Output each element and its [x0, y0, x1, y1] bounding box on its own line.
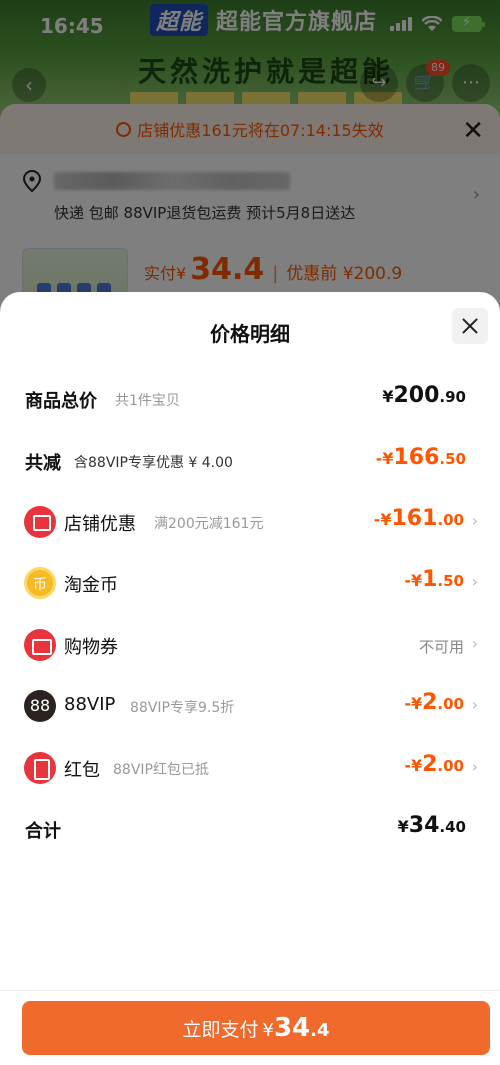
row-red-packet[interactable]: 红包 88VIP红包已抵 -¥2.00 › [0, 748, 500, 788]
voucher-icon [24, 629, 56, 661]
chevron-right-icon: › [471, 572, 478, 591]
row-name: 合计 [25, 821, 61, 842]
row-sub: 共1件宝贝 [115, 393, 180, 409]
row-sub: 满200元减161元 [154, 516, 264, 532]
row-amount: ¥200.90 [382, 383, 466, 408]
row-88vip[interactable]: 88 88VIP 88VIP专享9.5折 -¥2.00 › [0, 686, 500, 726]
row-amount: -¥166.50 [375, 445, 466, 470]
row-amount: -¥2.00 [404, 752, 464, 777]
row-status: 不可用 [418, 638, 464, 656]
chevron-right-icon: › [471, 695, 478, 714]
sheet-title: 价格明细 [210, 322, 290, 346]
row-name: 淘金币 [64, 575, 118, 596]
row-sub: 88VIP专享9.5折 [130, 700, 235, 716]
price-detail-sheet: 价格明细 商品总价 共1件宝贝 ¥200.90 共减 含88VIP专享优惠 ¥ … [0, 292, 500, 1065]
row-name: 88VIP [64, 694, 116, 715]
red-packet-icon [24, 752, 56, 784]
chevron-right-icon: › [471, 757, 478, 776]
row-amount: ¥34.40 [397, 813, 466, 838]
row-amount: -¥161.00 [373, 506, 464, 531]
row-grand-total: 合计 ¥34.40 [0, 809, 500, 849]
row-total-discount: 共减 含88VIP专享优惠 ¥ 4.00 -¥166.50 [0, 441, 500, 481]
row-store-discount[interactable]: 店铺优惠 满200元减161元 -¥161.00 › [0, 502, 500, 542]
shop-icon [24, 506, 56, 538]
chevron-right-icon: › [471, 511, 478, 530]
row-name: 店铺优惠 [64, 514, 136, 535]
row-name: 共减 [25, 453, 61, 474]
row-sub: 含88VIP专享优惠 ¥ 4.00 [74, 455, 233, 471]
chevron-right-icon: › [471, 634, 478, 653]
row-sub: 88VIP红包已抵 [113, 762, 209, 778]
row-name: 购物券 [64, 637, 118, 658]
footer-bar: 立即支付 ¥34.4 [0, 990, 500, 1065]
88vip-icon: 88 [24, 690, 56, 722]
row-name: 商品总价 [25, 391, 97, 412]
coin-icon [24, 567, 56, 599]
row-total-goods: 商品总价 共1件宝贝 ¥200.90 [0, 379, 500, 419]
close-button[interactable] [452, 308, 488, 344]
row-name: 红包 [64, 760, 100, 781]
row-amount: -¥1.50 [404, 567, 464, 592]
row-amount: -¥2.00 [404, 690, 464, 715]
pay-now-button[interactable]: 立即支付 ¥34.4 [22, 1001, 490, 1055]
row-taojinbi[interactable]: 淘金币 -¥1.50 › [0, 563, 500, 603]
row-shopping-voucher[interactable]: 购物券 不可用 › [0, 625, 500, 665]
